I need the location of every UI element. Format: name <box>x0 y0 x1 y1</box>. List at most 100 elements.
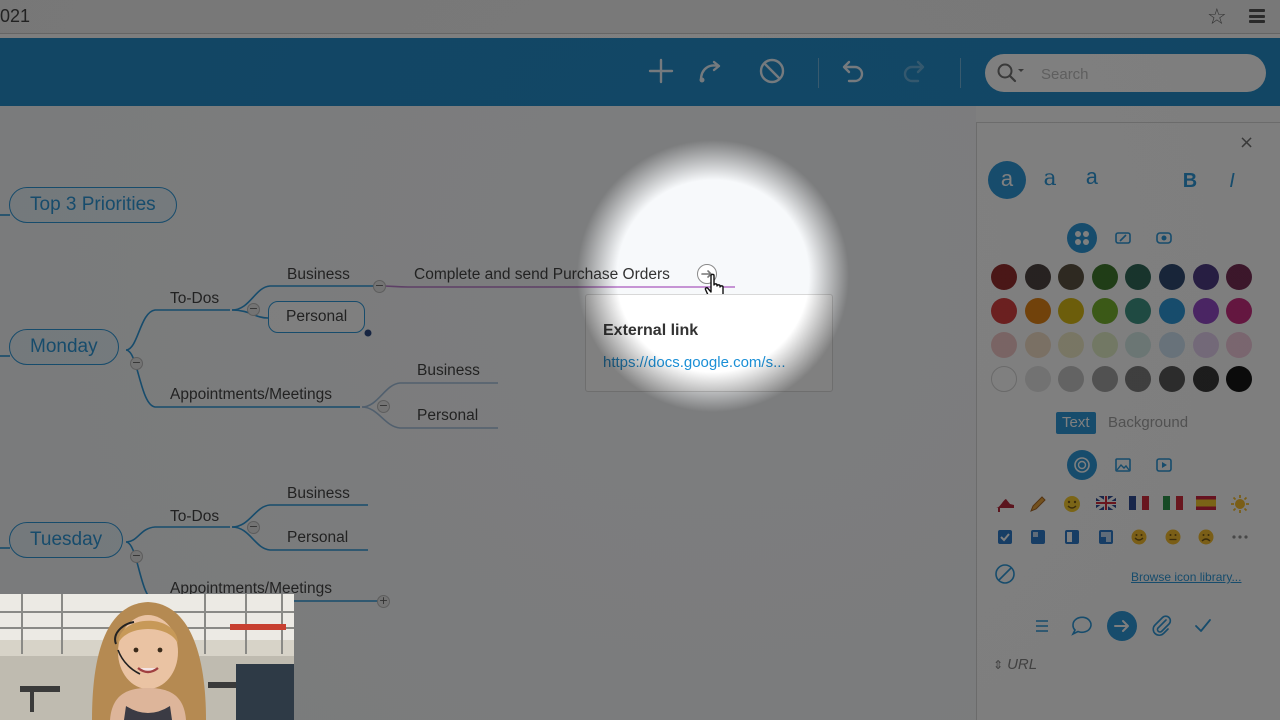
url-type-select[interactable]: ⇕ URL <box>993 656 1037 673</box>
color-swatch[interactable] <box>1159 264 1185 290</box>
bold-button[interactable]: B <box>1174 165 1206 197</box>
color-swatch[interactable] <box>991 366 1017 392</box>
url-fragment[interactable]: 021 <box>0 6 30 27</box>
task-check-icon[interactable] <box>1188 611 1218 641</box>
node-appointments[interactable]: Appointments/Meetings <box>170 386 332 404</box>
node-business[interactable]: Business <box>287 485 350 503</box>
node-todos[interactable]: To-Dos <box>170 290 219 308</box>
color-swatch[interactable] <box>991 298 1017 324</box>
topic-top-priorities[interactable]: Top 3 Priorities <box>9 187 177 223</box>
font-style-button[interactable]: a <box>988 161 1026 199</box>
search-icon[interactable] <box>997 63 1027 83</box>
block-icon[interactable] <box>757 56 787 86</box>
pencil-icon[interactable] <box>1026 494 1050 518</box>
collapse-toggle[interactable]: − <box>377 400 390 413</box>
color-swatch[interactable] <box>1058 264 1085 290</box>
color-swatch[interactable] <box>1159 332 1185 358</box>
square-half-icon[interactable] <box>1060 528 1084 552</box>
bookmark-star-icon[interactable]: ☆ <box>1207 4 1227 30</box>
browser-menu-icon[interactable] <box>1249 9 1265 23</box>
happy-face-icon[interactable] <box>1127 528 1151 552</box>
node-appt-personal[interactable]: Personal <box>417 407 478 425</box>
color-swatch[interactable] <box>991 264 1017 290</box>
plus-icon[interactable] <box>646 56 676 86</box>
topic-tuesday[interactable]: Tuesday <box>9 522 124 558</box>
topic-monday[interactable]: Monday <box>9 329 119 365</box>
color-swatch[interactable] <box>1192 366 1219 392</box>
square-three-quarter-icon[interactable] <box>1094 528 1118 552</box>
tab-video-icon[interactable] <box>1149 223 1179 253</box>
attachment-icon[interactable] <box>1147 611 1177 641</box>
color-swatch[interactable] <box>1125 366 1152 392</box>
font-style-button[interactable]: a <box>1031 161 1069 199</box>
font-style-button[interactable]: a <box>1073 161 1111 199</box>
color-swatch[interactable] <box>1159 366 1185 392</box>
comment-icon[interactable] <box>1067 611 1097 641</box>
color-swatch[interactable] <box>1226 332 1253 358</box>
color-swatch[interactable] <box>1024 332 1051 358</box>
color-swatch[interactable] <box>1125 264 1152 290</box>
color-swatch[interactable] <box>1091 366 1118 392</box>
color-swatch[interactable] <box>1192 264 1219 290</box>
close-icon[interactable]: × <box>1239 132 1254 153</box>
popover-link[interactable]: https://docs.google.com/s... <box>603 354 815 371</box>
spain-flag-icon[interactable] <box>1194 494 1218 518</box>
collapse-toggle[interactable]: − <box>373 280 386 293</box>
redo-icon[interactable] <box>900 56 930 86</box>
tab-style-icon[interactable] <box>1067 223 1097 253</box>
color-swatch[interactable] <box>1159 298 1185 324</box>
color-swatch[interactable] <box>1192 298 1219 324</box>
color-swatch[interactable] <box>1058 332 1085 358</box>
tab-picture-icon[interactable] <box>1108 450 1138 480</box>
expand-toggle[interactable]: + <box>377 595 390 608</box>
color-swatch[interactable] <box>1024 366 1051 392</box>
color-swatch[interactable] <box>1226 264 1253 290</box>
link-arrow-tab-icon[interactable] <box>1107 611 1137 641</box>
high-heel-icon[interactable] <box>993 494 1017 518</box>
color-swatch[interactable] <box>1024 264 1051 290</box>
browse-icon-library-link[interactable]: Browse icon library... <box>1131 570 1241 584</box>
text-color-toggle[interactable]: Text <box>1056 412 1096 434</box>
color-swatch[interactable] <box>1091 298 1118 324</box>
tab-play-icon[interactable] <box>1149 450 1179 480</box>
node-appt-business[interactable]: Business <box>417 362 480 380</box>
color-swatch[interactable] <box>1125 298 1152 324</box>
notes-icon[interactable] <box>1027 611 1057 641</box>
tab-image-icon[interactable] <box>1108 223 1138 253</box>
tab-emoji-icon[interactable] <box>1067 450 1097 480</box>
checkbox-icon[interactable] <box>993 528 1017 552</box>
connect-icon[interactable] <box>696 56 726 86</box>
color-swatch[interactable] <box>991 332 1017 358</box>
color-swatch[interactable] <box>1058 366 1085 392</box>
color-swatch[interactable] <box>1226 366 1253 392</box>
node-business[interactable]: Business <box>287 266 350 284</box>
italic-button[interactable]: I <box>1216 165 1248 197</box>
color-swatch[interactable] <box>1125 332 1152 358</box>
undo-icon[interactable] <box>837 56 867 86</box>
color-swatch[interactable] <box>1091 332 1118 358</box>
collapse-toggle[interactable]: − <box>130 357 143 370</box>
collapse-toggle[interactable]: − <box>247 521 260 534</box>
color-swatch[interactable] <box>1226 298 1253 324</box>
node-personal[interactable]: Personal <box>287 529 348 547</box>
collapse-toggle[interactable]: − <box>130 550 143 563</box>
color-swatch[interactable] <box>1091 264 1118 290</box>
uk-flag-icon[interactable] <box>1094 494 1118 518</box>
square-quarter-icon[interactable] <box>1026 528 1050 552</box>
color-swatch[interactable] <box>1058 298 1085 324</box>
background-color-toggle[interactable]: Background <box>1102 412 1194 434</box>
color-swatch[interactable] <box>1024 298 1051 324</box>
node-personal-selected[interactable]: Personal <box>268 301 366 333</box>
node-purchase-orders[interactable]: Complete and send Purchase Orders <box>414 266 670 284</box>
color-swatch[interactable] <box>1192 332 1219 358</box>
more-icon[interactable] <box>1228 528 1252 552</box>
sad-face-icon[interactable] <box>1194 528 1218 552</box>
no-icon-icon[interactable] <box>993 563 1017 587</box>
collapse-toggle[interactable]: − <box>247 303 260 316</box>
sun-icon[interactable] <box>1228 494 1252 518</box>
search-input[interactable] <box>1041 63 1241 85</box>
france-flag-icon[interactable] <box>1127 494 1151 518</box>
smiley-icon[interactable] <box>1060 494 1084 518</box>
neutral-face-icon[interactable] <box>1161 528 1185 552</box>
italy-flag-icon[interactable] <box>1161 494 1185 518</box>
